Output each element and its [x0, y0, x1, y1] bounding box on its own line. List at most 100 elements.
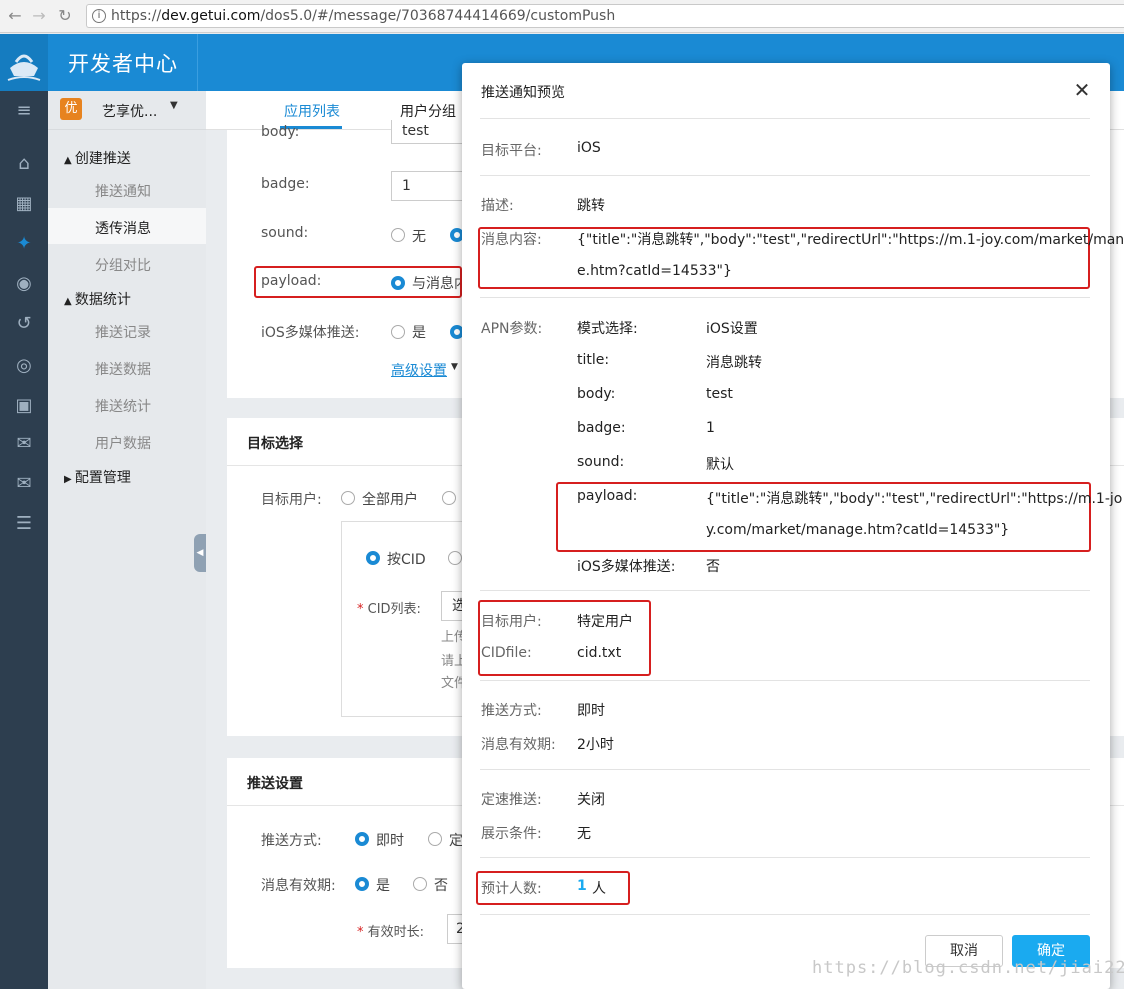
- eye-icon[interactable]: ◉: [8, 270, 40, 298]
- sidebar-item-push-notice[interactable]: 推送通知: [95, 181, 151, 201]
- push-icon[interactable]: ✦: [8, 230, 40, 258]
- close-icon[interactable]: ✕: [1072, 80, 1092, 100]
- caret-down-icon: ▼: [451, 362, 458, 372]
- watermark: https://blog.csdn.net/jiai2216: [812, 958, 1124, 978]
- target-all-radio[interactable]: [341, 491, 355, 505]
- apn-payload-line-2: y.com/market/manage.htm?catId=14533"}: [706, 522, 1010, 538]
- sidebar-item-group-compare[interactable]: 分组对比: [95, 255, 151, 275]
- camera-icon[interactable]: ▣: [8, 392, 40, 420]
- divider: [480, 680, 1090, 681]
- mail-icon[interactable]: ✉: [8, 470, 40, 498]
- target-user-value: 特定用户: [577, 614, 633, 630]
- display-label: 展示条件:: [481, 826, 542, 842]
- apn-title-label: title:: [577, 352, 610, 368]
- collapse-handle-icon[interactable]: ◀: [194, 534, 206, 572]
- push-method-scheduled: 定: [449, 833, 463, 849]
- sound-label: sound:: [261, 225, 309, 241]
- target-specific-radio[interactable]: [442, 491, 456, 505]
- info-icon[interactable]: i: [92, 9, 106, 23]
- push-method-instant: 即时: [376, 833, 404, 849]
- badge-input[interactable]: 1: [391, 171, 471, 201]
- dashboard-icon[interactable]: ▦: [8, 190, 40, 218]
- sound-radio-none[interactable]: [391, 228, 405, 242]
- divider: [480, 175, 1090, 176]
- by-cid-option: 按CID: [387, 552, 426, 568]
- duration-label-text: 有效时长:: [367, 925, 425, 940]
- desc-label: 描述:: [481, 198, 514, 214]
- validity-no-radio[interactable]: [413, 877, 427, 891]
- by-other-radio[interactable]: [448, 551, 462, 565]
- apn-label: APN参数:: [481, 321, 543, 337]
- badge-label: badge:: [261, 176, 310, 192]
- apn-payload-line-1: {"title":"消息跳转","body":"test","redirectU…: [706, 491, 1123, 507]
- reload-icon[interactable]: ↻: [54, 5, 76, 27]
- app-name[interactable]: 艺享优...: [102, 101, 157, 121]
- sidebar-item-user-data[interactable]: 用户数据: [95, 433, 151, 453]
- message-icon[interactable]: ☰: [8, 510, 40, 538]
- address-bar[interactable]: i https://dev.getui.com/dos5.0/#/message/…: [86, 4, 1124, 28]
- push-method-label: 推送方式:: [481, 703, 542, 719]
- validity-yes-radio[interactable]: [355, 877, 369, 891]
- estimate-unit: 人: [592, 881, 606, 897]
- apn-mode-value: iOS设置: [706, 321, 758, 337]
- tab-user-group[interactable]: 用户分组: [400, 101, 456, 121]
- by-cid-radio[interactable]: [366, 551, 380, 565]
- url-scheme: https://: [111, 8, 162, 24]
- validity-no: 否: [434, 878, 448, 894]
- cid-list-label: * CID列表:: [357, 602, 421, 617]
- validity-label: 消息有效期:: [261, 878, 336, 894]
- apn-body-value: test: [706, 386, 733, 402]
- apn-mode-label: 模式选择:: [577, 321, 638, 337]
- caret-down-icon[interactable]: ▼: [170, 100, 178, 111]
- ios-media-label: iOS多媒体推送:: [261, 325, 360, 341]
- platform-label: 目标平台:: [481, 143, 542, 159]
- sidebar-item-push-data[interactable]: 推送数据: [95, 359, 151, 379]
- divider: [480, 590, 1090, 591]
- triangle-down-icon: ▲: [64, 155, 75, 166]
- ios-media-radio-yes[interactable]: [391, 325, 405, 339]
- back-icon[interactable]: ←: [4, 5, 26, 27]
- content-line-1: {"title":"消息跳转","body":"test","redirectU…: [577, 232, 1124, 248]
- cid-list-label-text: CID列表:: [367, 602, 421, 617]
- sidebar-group-config[interactable]: ▶ 配置管理: [64, 467, 131, 487]
- sound-option-none: 无: [412, 229, 426, 245]
- validity-yes: 是: [376, 878, 390, 894]
- cidfile-label: CIDfile:: [481, 645, 532, 661]
- sidebar-item-push-stats[interactable]: 推送统计: [95, 396, 151, 416]
- payload-radio[interactable]: [391, 276, 405, 290]
- url-host: dev.getui.com: [161, 8, 261, 24]
- forward-icon[interactable]: →: [28, 5, 50, 27]
- content-label: 消息内容:: [481, 232, 542, 248]
- modal-title: 推送通知预览: [481, 85, 565, 101]
- apn-badge-value: 1: [706, 420, 715, 436]
- estimate-label: 预计人数:: [481, 881, 542, 897]
- push-method-scheduled-radio[interactable]: [428, 832, 442, 846]
- url-path: /dos5.0/#/message/70368744414669/customP…: [260, 8, 616, 24]
- push-section-title: 推送设置: [247, 776, 303, 792]
- validity-value: 2小时: [577, 737, 614, 753]
- sidebar-item-push-record[interactable]: 推送记录: [95, 322, 151, 342]
- tab-app-list[interactable]: 应用列表: [284, 101, 340, 121]
- speed-value: 关闭: [577, 792, 605, 808]
- apn-body-label: body:: [577, 386, 616, 402]
- apn-title-value: 消息跳转: [706, 355, 762, 371]
- apn-media-label: iOS多媒体推送:: [577, 559, 676, 575]
- home-icon[interactable]: ⌂: [8, 150, 40, 178]
- target-user-label: 目标用户:: [481, 614, 542, 630]
- logo[interactable]: [0, 34, 48, 91]
- sidebar-group-label: 创建推送: [74, 151, 131, 167]
- apn-media-value: 否: [706, 559, 720, 575]
- inbox-icon[interactable]: ✉: [8, 430, 40, 458]
- desc-value: 跳转: [577, 198, 605, 214]
- refresh-icon[interactable]: ↺: [8, 310, 40, 338]
- advanced-settings-link[interactable]: 高级设置: [391, 360, 447, 380]
- fingerprint-icon[interactable]: ◎: [8, 352, 40, 380]
- push-method-instant-radio[interactable]: [355, 832, 369, 846]
- body-input[interactable]: test: [391, 120, 471, 144]
- apn-sound-value: 默认: [706, 457, 734, 473]
- sidebar-group-stats[interactable]: ▲ 数据统计: [64, 289, 131, 309]
- sidebar-group-create[interactable]: ▲ 创建推送: [64, 148, 131, 168]
- sidebar-item-passthrough[interactable]: 透传消息: [95, 218, 151, 238]
- sidebar-group-label: 数据统计: [74, 292, 131, 308]
- menu-icon[interactable]: ≡: [8, 97, 40, 125]
